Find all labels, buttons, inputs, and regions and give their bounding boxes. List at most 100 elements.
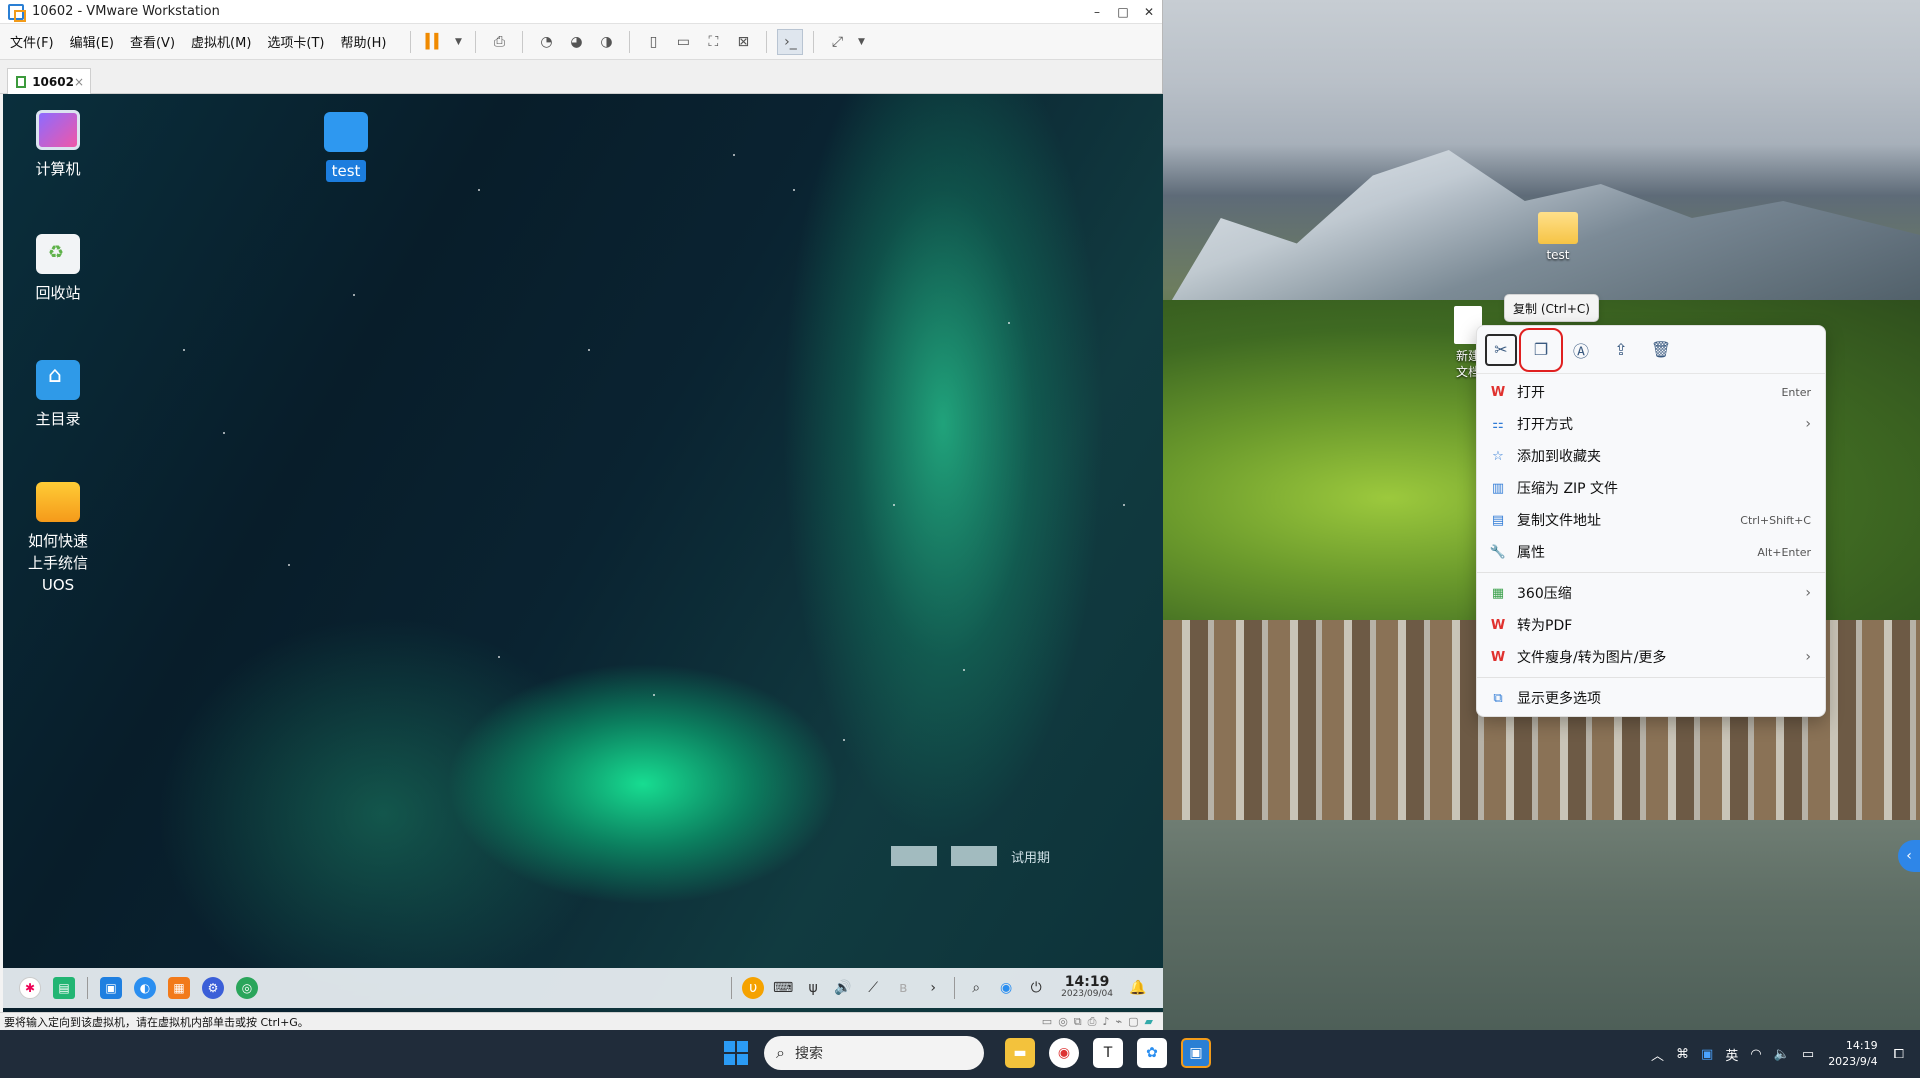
toolbar-separator [522, 30, 524, 53]
desktop-icon-computer[interactable]: 计算机 [11, 110, 105, 180]
menu-item-wps-more[interactable]: W 文件瘦身/转为图片/更多 › [1477, 641, 1825, 673]
app-icon[interactable]: ✿ [1137, 1038, 1167, 1068]
chrome-icon[interactable]: ◉ [1049, 1038, 1079, 1068]
menu-tabs[interactable]: 选项卡(T) [267, 32, 324, 51]
rename-button[interactable]: Ⓐ [1565, 334, 1597, 366]
typora-icon[interactable]: T [1093, 1038, 1123, 1068]
app-store-icon[interactable]: ▦ [168, 977, 190, 999]
volume-icon[interactable]: 🔊 [832, 977, 854, 999]
network-icon[interactable]: ⟋ [862, 977, 884, 999]
search-placeholder: 搜索 [794, 1046, 823, 1062]
bluetooth-icon[interactable]: ʙ [892, 977, 914, 999]
context-menu: ✂ ❐ Ⓐ ⇪ 🗑 W 打开 Enter ⚏ 打开方式 › ☆ 添加到收藏夹 ▥… [1476, 325, 1826, 717]
pause-icon[interactable]: ▍▍ [421, 29, 447, 55]
menu-item-copy-path[interactable]: ▤ 复制文件地址 Ctrl+Shift+C [1477, 504, 1825, 536]
unity-icon[interactable]: ⊠ [730, 29, 756, 55]
maximize-button[interactable]: □ [1110, 0, 1136, 24]
sound-card-icon[interactable]: ♪ [1102, 1015, 1109, 1029]
menu-item-open[interactable]: W 打开 Enter [1477, 376, 1825, 408]
menu-file[interactable]: 文件(F) [10, 32, 54, 51]
wifi-icon[interactable]: ◠ [1750, 1047, 1761, 1062]
battery-icon[interactable]: ▭ [1802, 1047, 1814, 1062]
settings-icon[interactable]: ⚙ [202, 977, 224, 999]
network-adapter-icon[interactable]: ⧉ [1074, 1015, 1082, 1029]
taskbar-search[interactable]: ⌕ 搜索 [764, 1036, 984, 1070]
star [288, 564, 290, 566]
menu-view[interactable]: 查看(V) [130, 32, 175, 51]
thumbnail-bar-icon[interactable]: ▭ [670, 29, 696, 55]
menu-item-label: 复制文件地址 [1517, 513, 1601, 529]
toolbar-separator [629, 30, 631, 53]
share-button[interactable]: ⇪ [1605, 334, 1637, 366]
vmware-taskbar-icon[interactable]: ▣ [1181, 1038, 1211, 1068]
menu-item-show-more[interactable]: ⧉ 显示更多选项 [1477, 682, 1825, 714]
speaker-icon[interactable]: 🔈 [1774, 1047, 1790, 1062]
tray-app-icon[interactable]: ⌘ [1676, 1047, 1689, 1062]
dropdown-chevron-icon[interactable]: ▼ [451, 29, 465, 55]
star [478, 189, 480, 191]
delete-button[interactable]: 🗑 [1645, 334, 1677, 366]
snapshot-icon[interactable]: ◔ [533, 29, 559, 55]
notification-bell-icon[interactable]: 🔔 [1127, 977, 1149, 999]
power-icon[interactable]: ⏻ [1025, 977, 1047, 999]
menu-edit[interactable]: 编辑(E) [70, 32, 114, 51]
keyboard-icon[interactable]: ⌨ [772, 977, 794, 999]
desktop-icon-test[interactable]: test [299, 112, 393, 182]
tab-close-icon[interactable]: × [74, 75, 84, 89]
file-manager-icon[interactable]: ▣ [100, 977, 122, 999]
send-ctrl-alt-del-icon[interactable]: ⎙ [486, 29, 512, 55]
multitask-view-icon[interactable]: ▤ [53, 977, 75, 999]
expand-tray-icon[interactable]: › [922, 977, 944, 999]
display-icon[interactable]: ▢ [1128, 1015, 1138, 1029]
host-desktop-icon-test[interactable]: test [1536, 212, 1580, 262]
wps-tray-icon[interactable]: ▣ [1701, 1047, 1713, 1062]
star [223, 432, 225, 434]
desktop-icon-home[interactable]: 主目录 [11, 360, 105, 430]
notification-icon[interactable]: ⧠ [1894, 1047, 1904, 1062]
host-taskbar: ⌕ 搜索 ▬ ◉ T ✿ ▣ ︿ ⌘ ▣ 英 ◠ 🔈 ▭ 14:19 2023/… [0, 1030, 1920, 1078]
console-view-icon[interactable]: ›_ [777, 28, 804, 55]
launcher-icon[interactable]: ✱ [19, 977, 41, 999]
tab-10602[interactable]: 10602 × [7, 68, 91, 94]
message-icon[interactable]: ▰ [1145, 1015, 1153, 1029]
close-button[interactable]: ✕ [1136, 0, 1162, 24]
guest-screen[interactable]: 计算机 回收站 主目录 如何快速上手统信UOS test 试用期 ✱ ▤ ▣ [3, 94, 1163, 1014]
search-icon[interactable]: ⌕ [965, 977, 987, 999]
menu-item-compress-zip[interactable]: ▥ 压缩为 ZIP 文件 [1477, 472, 1825, 504]
input-method-icon[interactable]: υ [742, 977, 765, 999]
usb-device-icon[interactable]: ⌁ [1116, 1015, 1123, 1029]
browser-icon[interactable]: ◐ [134, 977, 156, 999]
desktop-icon-trash[interactable]: 回收站 [11, 234, 105, 304]
desktop-icon-label: test [325, 160, 367, 182]
menu-item-open-with[interactable]: ⚏ 打开方式 › [1477, 408, 1825, 440]
host-clock[interactable]: 14:19 2023/9/4 [1828, 1038, 1877, 1070]
cd-drive-icon[interactable]: ◎ [1058, 1015, 1068, 1029]
full-screen-icon[interactable]: ⛶ [700, 29, 726, 55]
screenshot-icon[interactable]: ◉ [995, 977, 1017, 999]
revert-snapshot-icon[interactable]: ◕ [563, 29, 589, 55]
stretch-guest-icon[interactable]: ⤢ [824, 29, 850, 55]
menu-item-360-compress[interactable]: ▦ 360压缩 › [1477, 577, 1825, 609]
copy-button[interactable]: ❐ [1519, 327, 1563, 372]
desktop-icon-uos-guide[interactable]: 如何快速上手统信UOS [11, 482, 105, 596]
menu-vm[interactable]: 虚拟机(M) [191, 32, 251, 51]
menu-item-add-favorite[interactable]: ☆ 添加到收藏夹 [1477, 440, 1825, 472]
windows-start-icon[interactable] [724, 1041, 748, 1065]
file-explorer-icon[interactable]: ▬ [1005, 1038, 1035, 1068]
trash-icon [36, 234, 80, 274]
show-library-icon[interactable]: ▯ [640, 29, 666, 55]
printer-icon[interactable]: ⎙ [1088, 1015, 1097, 1029]
menu-help[interactable]: 帮助(H) [341, 32, 387, 51]
ime-indicator[interactable]: 英 [1725, 1045, 1738, 1064]
guest-clock[interactable]: 14:19 2023/09/04 [1061, 975, 1113, 1000]
snapshot-manager-icon[interactable]: ◑ [593, 29, 619, 55]
menu-item-to-pdf[interactable]: W 转为PDF [1477, 609, 1825, 641]
cut-button[interactable]: ✂ [1485, 333, 1517, 366]
usb-icon[interactable]: ψ [802, 977, 824, 999]
menu-item-properties[interactable]: 🔧 属性 Alt+Enter [1477, 536, 1825, 568]
dropdown-chevron-icon[interactable]: ▼ [854, 29, 868, 55]
minimize-button[interactable]: – [1084, 0, 1110, 24]
show-hidden-icons-icon[interactable]: ︿ [1651, 1045, 1664, 1064]
security-center-icon[interactable]: ◎ [236, 977, 258, 999]
hard-disk-icon[interactable]: ▭ [1042, 1015, 1052, 1029]
